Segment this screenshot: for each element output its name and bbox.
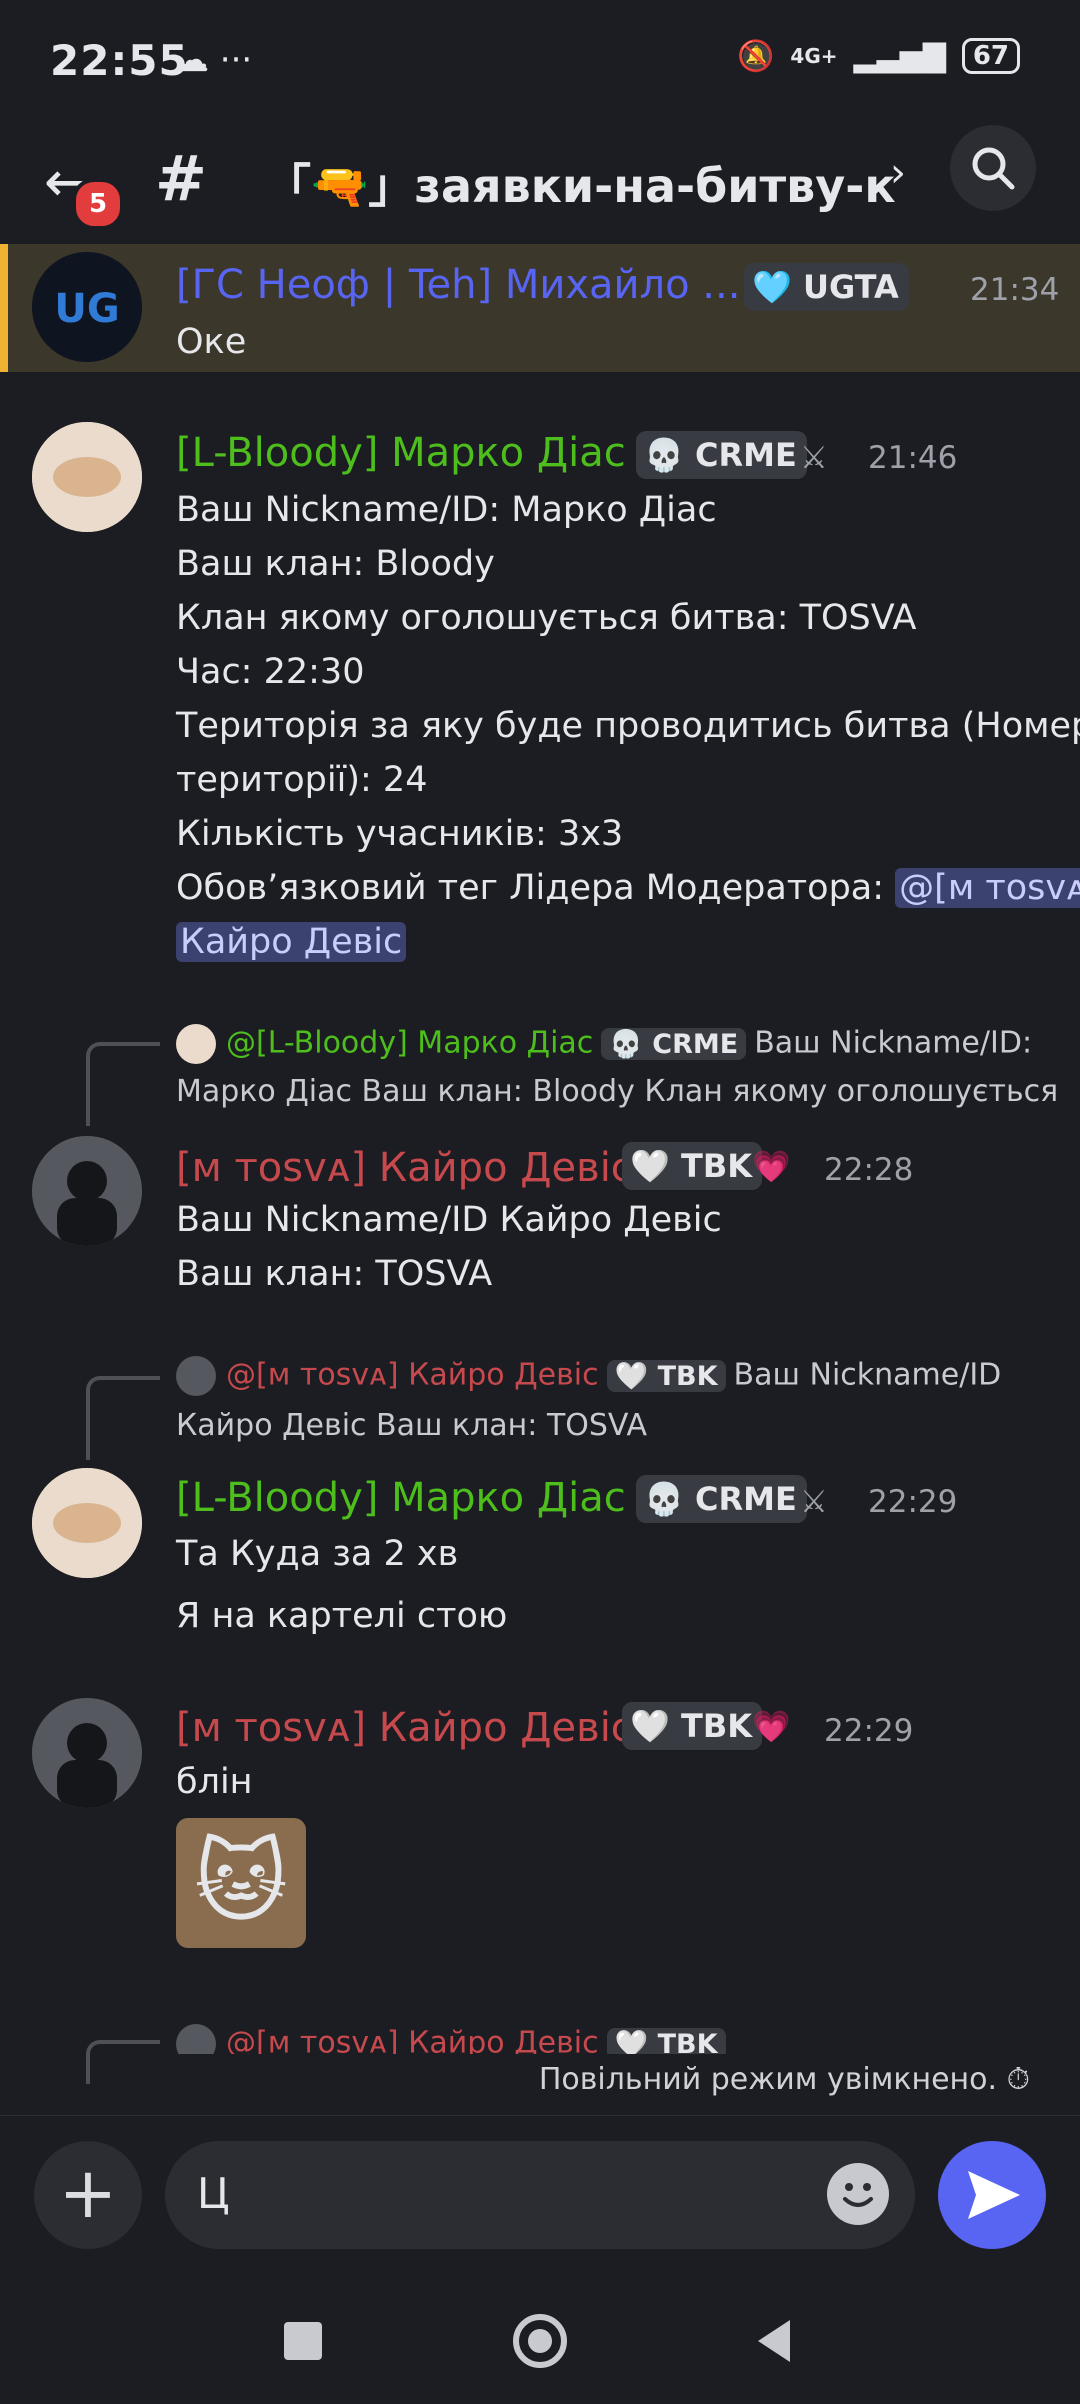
- svg-text:UG: UG: [54, 286, 119, 332]
- message-text: території): 24: [176, 760, 428, 800]
- message-author[interactable]: [ГС Неоф | Teh] Михайло ...: [176, 262, 740, 308]
- add-attachment-button[interactable]: +: [34, 2141, 142, 2249]
- reply-connector: [86, 1042, 160, 1126]
- message-text: Кількість учасників: 3х3: [176, 814, 624, 854]
- message-timestamp: 22:29: [868, 1484, 958, 1520]
- role-tag: 🤍 TBK: [622, 1142, 762, 1190]
- swords-icon: ⚔: [800, 440, 828, 476]
- heart-icon: 💗: [752, 1149, 791, 1185]
- message-author[interactable]: [м тosvᴀ] Кайро Девіс: [176, 1705, 633, 1751]
- swords-icon: ⚔: [800, 1484, 828, 1520]
- message-text: Я на картелі стою: [176, 1596, 508, 1636]
- highlight-bar: [0, 244, 8, 372]
- message-text: Час: 22:30: [176, 652, 365, 692]
- message-composer: + Ц: [0, 2115, 1080, 2281]
- message-timestamp: 22:29: [824, 1713, 914, 1749]
- reply-text: Ваш Nickname/ID: [733, 1357, 1002, 1393]
- notification-icons: ☁ ···: [175, 40, 253, 80]
- reply-tag: 🤍 TBK: [606, 2027, 726, 2054]
- message-text: Територія за яку буде проводитись битва …: [176, 706, 1080, 746]
- channel-header: ← # 「🔫」заявки-на-битву-к... ›: [0, 120, 1080, 240]
- recents-icon[interactable]: [284, 2322, 322, 2360]
- message-text: Ваш Nickname/ID Кайро Девіс: [176, 1200, 722, 1240]
- reply-connector: [86, 1376, 160, 1460]
- reply-text: Ваш Nickname/ID:: [754, 1025, 1033, 1061]
- text-part: Обов’язковий тег Лідера Модератора:: [176, 868, 896, 908]
- send-icon: [968, 2171, 1020, 2219]
- avatar[interactable]: [32, 1698, 142, 1808]
- send-button[interactable]: [938, 2141, 1046, 2249]
- back-nav-icon[interactable]: [758, 2320, 790, 2362]
- reply-tag: 💀 CRME: [601, 1027, 747, 1060]
- reply-author: @[м тosvᴀ] Кайро Девіс: [226, 1357, 599, 1393]
- message-text: Ваш клан: TOSVA: [176, 1254, 493, 1294]
- reply-avatar: [176, 2024, 216, 2054]
- chevron-right-icon[interactable]: ›: [890, 150, 906, 196]
- channel-title[interactable]: 「🔫」заявки-на-битву-к...: [265, 150, 895, 216]
- message-text: Ваш клан: Bloody: [176, 544, 495, 584]
- cat-sticker[interactable]: 🐱: [176, 1818, 306, 1948]
- message-text: Та Куда за 2 хв: [176, 1534, 459, 1574]
- message-timestamp: 21:46: [868, 440, 958, 476]
- user-mention[interactable]: @[м тosvᴀ]: [895, 868, 1080, 908]
- reply-preview[interactable]: @[м тosvᴀ] Кайро Девіс 🤍 TBK Ваш Nickname/…: [176, 1356, 1001, 1396]
- message-text: Клан якому оголошується битва: TOSVA: [176, 598, 917, 638]
- message-text: блін: [176, 1762, 253, 1802]
- message-author[interactable]: [м тosvᴀ] Кайро Девіс: [176, 1145, 633, 1191]
- message-text: Оке: [176, 322, 247, 362]
- reply-text: Кайро Девіс Ваш клан: TOSVA: [176, 1408, 648, 1443]
- input-text[interactable]: Ц: [197, 2169, 230, 2218]
- reply-author: @[м тosvᴀ] Кайро Девіс: [226, 2025, 599, 2055]
- message-author[interactable]: [L-Bloody] Марко Діас: [176, 430, 626, 476]
- reply-connector: [86, 2040, 160, 2084]
- reply-avatar: [176, 1356, 216, 1396]
- timer-icon: ⏱: [1006, 2062, 1030, 2097]
- status-right: 🔕 4G+ ▂▃▅▇ 67: [737, 38, 1020, 74]
- status-bar: 22:55 ☁ ··· 🔕 4G+ ▂▃▅▇ 67: [0, 0, 1080, 120]
- thread-channel-icon: #: [155, 142, 207, 215]
- role-tag: 🩵 UGTA: [744, 263, 909, 311]
- message-input[interactable]: Ц: [165, 2141, 915, 2249]
- reply-text: Марко Діас Ваш клан: Bloody Клан якому о…: [176, 1074, 1059, 1109]
- reply-preview[interactable]: @[L-Bloody] Марко Діас 💀 CRME Ваш Nickname…: [176, 1024, 1032, 1064]
- search-icon: [972, 147, 1015, 190]
- message-text: Обов’язковий тег Лідера Модератора: @[м …: [176, 868, 1080, 908]
- signal-icon: ▂▃▅▇: [853, 38, 946, 74]
- system-nav-bar: [0, 2280, 1080, 2400]
- role-tag: 💀 CRME: [636, 1475, 807, 1523]
- reply-preview[interactable]: @[м тosvᴀ] Кайро Девіс 🤍 TBK: [176, 2024, 734, 2054]
- slowmode-notice: Повільний режим увімкнено. ⏱: [539, 2062, 1030, 2097]
- smiley-icon: [843, 2183, 873, 2207]
- avatar[interactable]: [32, 422, 142, 532]
- reply-tag: 🤍 TBK: [606, 1359, 726, 1392]
- battery-indicator: 67: [961, 38, 1020, 74]
- message-author[interactable]: [L-Bloody] Марко Діас: [176, 1475, 626, 1521]
- message-text: Кайро Девіс: [176, 922, 407, 962]
- message-timestamp: 22:28: [824, 1152, 914, 1188]
- reply-author: @[L-Bloody] Марко Діас: [226, 1025, 594, 1061]
- unread-badge: 5: [72, 178, 124, 230]
- role-tag: 💀 CRME: [636, 431, 807, 479]
- message-text: Ваш Nickname/ID: Марко Діас: [176, 490, 717, 530]
- bell-muted-icon: 🔕: [737, 38, 775, 74]
- slowmode-text: Повільний режим увімкнено.: [538, 2062, 998, 2097]
- avatar[interactable]: UG: [32, 252, 142, 362]
- search-button[interactable]: [950, 125, 1036, 211]
- emoji-button[interactable]: [827, 2163, 889, 2225]
- status-time: 22:55: [50, 36, 189, 85]
- network-label: 4G+: [790, 44, 838, 68]
- heart-icon: 💗: [752, 1709, 791, 1745]
- message-timestamp: 21:34: [970, 272, 1060, 308]
- user-mention[interactable]: Кайро Девіс: [176, 922, 407, 962]
- avatar[interactable]: [32, 1136, 142, 1246]
- reply-avatar: [176, 1024, 216, 1064]
- avatar[interactable]: [32, 1468, 142, 1578]
- role-tag: 🤍 TBK: [622, 1702, 762, 1750]
